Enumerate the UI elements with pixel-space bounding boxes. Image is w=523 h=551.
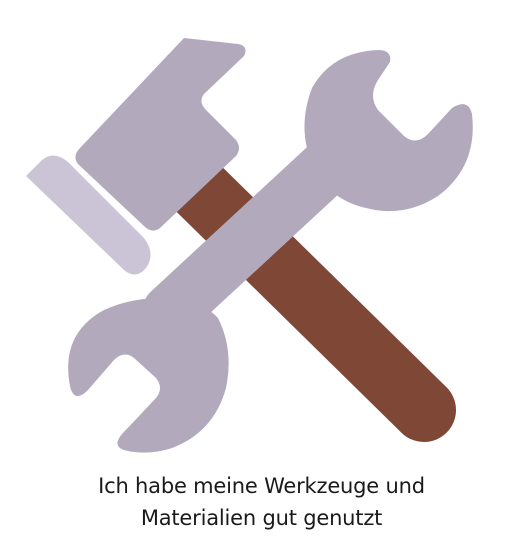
caption-line-2: Materialien gut genutzt: [140, 506, 383, 530]
hammer-and-wrench-icon: [26, 38, 473, 453]
caption: Ich habe meine Werkzeuge und Materialien…: [0, 470, 523, 534]
caption-line-1: Ich habe meine Werkzeuge und: [98, 474, 425, 498]
slide: Ich habe meine Werkzeuge und Materialien…: [0, 0, 523, 551]
